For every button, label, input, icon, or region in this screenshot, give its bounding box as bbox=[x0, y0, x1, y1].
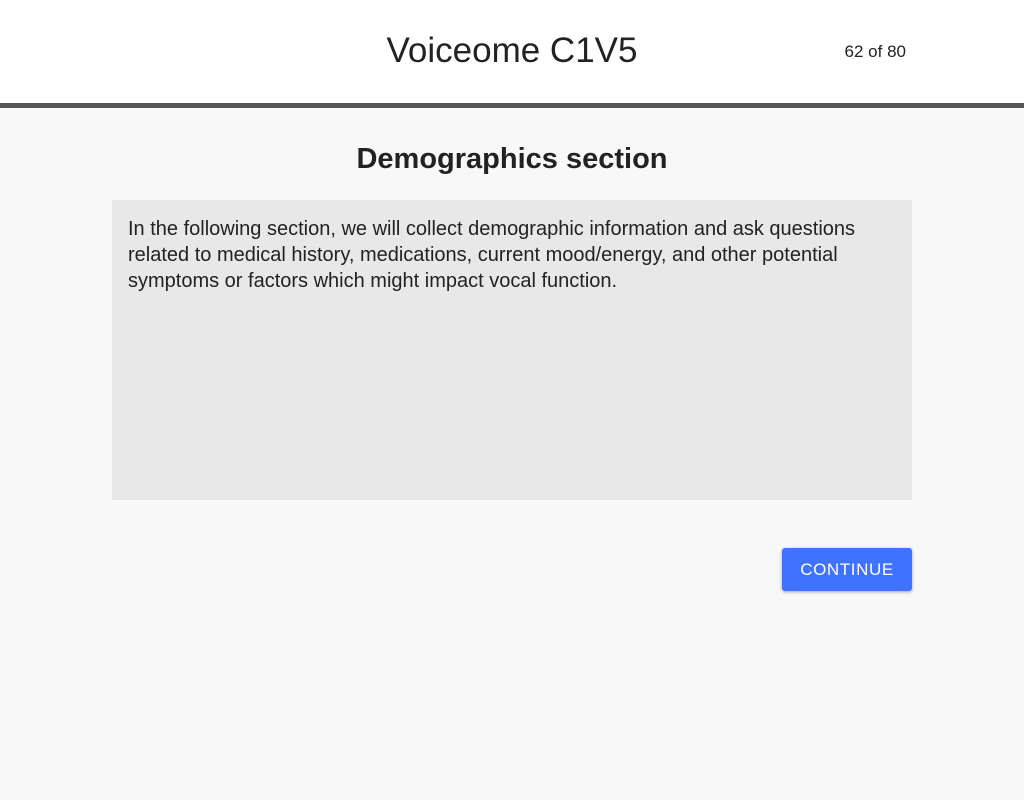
app-header: Voiceome C1V5 62 of 80 bbox=[0, 0, 1024, 108]
section-description-box: In the following section, we will collec… bbox=[112, 200, 912, 500]
progress-indicator: 62 of 80 bbox=[844, 42, 906, 61]
continue-button[interactable]: CONTINUE bbox=[782, 548, 912, 591]
section-title: Demographics section bbox=[356, 143, 668, 175]
main-content: Demographics section In the following se… bbox=[0, 108, 1024, 800]
section-description: In the following section, we will collec… bbox=[128, 218, 856, 292]
